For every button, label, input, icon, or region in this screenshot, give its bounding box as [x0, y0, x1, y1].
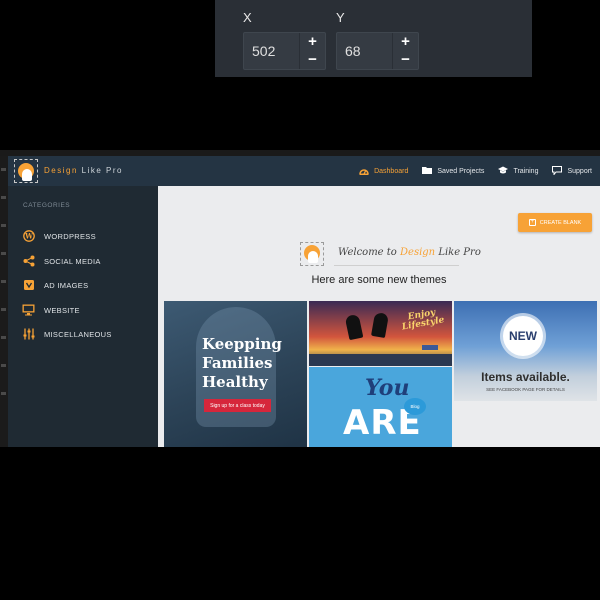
gutter-mark: [1, 336, 6, 339]
monitor-icon: [22, 304, 35, 317]
brand-name: Design Like Pro: [44, 166, 123, 175]
facebook-badge: [422, 345, 438, 350]
y-increment-button[interactable]: +: [393, 33, 418, 51]
graduation-cap-icon: [498, 166, 509, 176]
plus-square-icon: +: [528, 219, 536, 226]
gutter-mark: [1, 252, 6, 255]
dashboard-main: + CREATE BLANK Welcome to Design Like Pr…: [158, 186, 600, 447]
welcome-message: Welcome to Design Like Pro: [338, 247, 481, 258]
left-toolbar-gutter: [0, 156, 8, 447]
dashboard-icon: [359, 166, 369, 177]
top-bar: Design Like Pro Dashboard Saved Projects: [8, 156, 600, 186]
x-stepper: + −: [299, 33, 325, 69]
sidebar-item-label: AD IMAGES: [44, 280, 89, 290]
theme-families-line: Healthy: [202, 373, 268, 391]
share-icon: [22, 255, 35, 268]
theme-new-items-headline: Items available.: [481, 370, 570, 384]
speech-bubble-icon: Blog: [404, 398, 426, 415]
nav-saved-projects-label: Saved Projects: [437, 167, 485, 175]
gutter-mark: [1, 224, 6, 227]
x-value[interactable]: 502: [252, 43, 275, 59]
gutter-mark: [1, 392, 6, 395]
ad-badge-icon: [22, 279, 35, 292]
sidebar-item-ad-images[interactable]: AD IMAGES: [22, 277, 88, 293]
theme-tile-families[interactable]: Keepping Families Healthy Sign up for a …: [164, 301, 307, 447]
folder-icon: [422, 166, 433, 176]
y-value[interactable]: 68: [345, 43, 361, 59]
jumping-person-silhouette: [344, 313, 364, 341]
themes-heading: Here are some new themes: [311, 274, 447, 286]
y-stepper: + −: [392, 33, 418, 69]
wordpress-icon: W: [22, 230, 35, 243]
nav-dashboard-label: Dashboard: [374, 167, 409, 175]
sidebar: CATEGORIES W WORDPRESS SOCIAL MEDIA AD I…: [8, 186, 158, 447]
nav-saved-projects[interactable]: Saved Projects: [422, 166, 484, 176]
welcome-suffix: Like Pro: [438, 247, 481, 258]
sliders-icon: [22, 328, 35, 341]
create-blank-button[interactable]: + CREATE BLANK: [518, 213, 592, 232]
welcome-brand: Design: [400, 247, 436, 258]
x-label: X: [243, 10, 252, 25]
sidebar-item-label: WORDPRESS: [44, 231, 96, 241]
theme-families-headline: Keepping Families Healthy: [202, 335, 302, 392]
theme-families-line: Families: [202, 354, 273, 372]
design-like-pro-app: Design Like Pro Dashboard Saved Projects: [8, 156, 600, 447]
theme-new-items-subline: SEE FACEBOOK PAGE FOR DETAILS: [486, 387, 565, 392]
sidebar-item-wordpress[interactable]: W WORDPRESS: [22, 228, 96, 244]
logo-hand-shape: [22, 169, 32, 181]
y-label: Y: [336, 10, 345, 25]
gutter-mark: [1, 168, 6, 171]
sidebar-item-social-media[interactable]: SOCIAL MEDIA: [22, 253, 101, 269]
theme-tile-new-items[interactable]: NEW Items available. SEE FACEBOOK PAGE F…: [454, 301, 597, 401]
brand-name-suffix: Like Pro: [81, 166, 123, 175]
nav-dashboard[interactable]: Dashboard: [359, 166, 408, 177]
create-blank-label: CREATE BLANK: [539, 219, 582, 226]
top-nav: Dashboard Saved Projects Training Suppor…: [359, 156, 592, 186]
y-input[interactable]: 68 + −: [336, 32, 419, 70]
new-badge: NEW: [503, 316, 543, 356]
x-input[interactable]: 502 + −: [243, 32, 326, 70]
gutter-mark: [1, 364, 6, 367]
logo-hand-shape: [308, 251, 318, 263]
sidebar-item-website[interactable]: WEBSITE: [22, 302, 80, 318]
nav-support[interactable]: Support: [552, 165, 592, 177]
jumping-person-silhouette: [371, 311, 389, 339]
gutter-mark: [1, 280, 6, 283]
sidebar-item-label: SOCIAL MEDIA: [44, 256, 101, 266]
sidebar-item-label: WEBSITE: [44, 305, 80, 315]
brand-logo[interactable]: [14, 159, 38, 183]
sidebar-item-miscellaneous[interactable]: MISCELLANEOUS: [22, 326, 112, 342]
svg-text:W: W: [24, 232, 33, 241]
sidebar-item-label: MISCELLANEOUS: [44, 329, 112, 339]
theme-you-text: You: [365, 375, 410, 401]
theme-tile-lifestyle[interactable]: Enjoy Lifestyle: [309, 301, 452, 366]
welcome-logo: [300, 242, 324, 266]
theme-lifestyle-text: Enjoy Lifestyle: [400, 307, 445, 333]
nav-training-label: Training: [513, 167, 539, 175]
welcome-divider: [334, 265, 459, 266]
welcome-prefix: Welcome to: [338, 247, 397, 258]
theme-families-cta: Sign up for a class today: [204, 399, 271, 412]
theme-families-line: Keepping: [202, 335, 282, 353]
brand-name-prefix: Design: [44, 166, 78, 175]
x-increment-button[interactable]: +: [300, 33, 325, 51]
theme-tile-you-are[interactable]: You ARE Blog: [309, 367, 452, 447]
nav-training[interactable]: Training: [498, 166, 538, 176]
gutter-mark: [1, 196, 6, 199]
xy-coordinate-panel: X Y 502 + − 68 + −: [215, 0, 532, 77]
chat-icon: [552, 165, 563, 177]
sidebar-heading: CATEGORIES: [23, 202, 71, 209]
y-decrement-button[interactable]: −: [393, 51, 418, 69]
x-decrement-button[interactable]: −: [300, 51, 325, 69]
gutter-mark: [1, 308, 6, 311]
theme-ground: [309, 354, 452, 366]
nav-support-label: Support: [567, 167, 592, 175]
